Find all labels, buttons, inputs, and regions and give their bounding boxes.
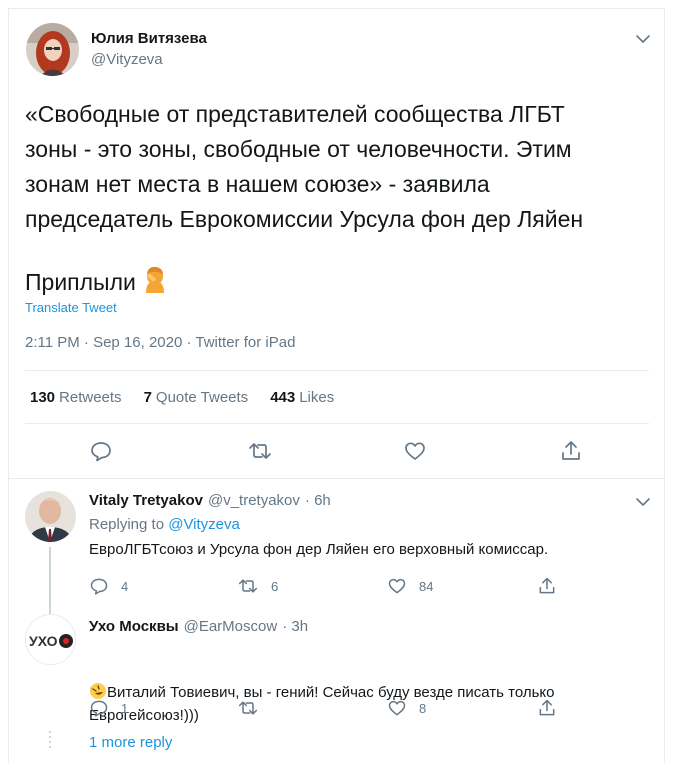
like-count: 84 <box>419 578 434 594</box>
retweets-label: Retweets <box>59 389 122 406</box>
translate-tweet-link[interactable]: Translate Tweet <box>25 300 117 315</box>
author-name[interactable]: Юлия Витязева <box>91 30 207 47</box>
reply-tweet[interactable]: УХО Ухо Москвы @EarMoscow · 3h Виталий Т… <box>9 606 664 726</box>
tweet-meta[interactable]: 2:11 PM · Sep 16, 2020 · Twitter for iPa… <box>25 334 295 351</box>
reply-header: Vitaly Tretyakov @v_tretyakov · 6h <box>89 492 331 509</box>
tweet-text-second: Приплыли <box>25 265 168 299</box>
heart-icon <box>388 578 406 594</box>
reply-header: Ухо Москвы @EarMoscow · 3h <box>89 618 308 635</box>
share-button[interactable] <box>537 698 557 718</box>
likes-stat[interactable]: 443 Likes <box>270 389 334 406</box>
share-button[interactable] <box>559 439 583 463</box>
reply-time[interactable]: · 3h <box>282 618 308 635</box>
tweet-detail-frame: Юлия Витязева @Vityzeva «Свободные от пр… <box>8 8 665 763</box>
likes-count: 443 <box>270 389 296 406</box>
reply-count: 4 <box>121 578 129 594</box>
show-more-replies-link[interactable]: 1 more reply <box>89 734 172 751</box>
share-button[interactable] <box>537 576 557 596</box>
reply-author-name[interactable]: Ухо Москвы <box>89 618 179 635</box>
replying-to-handle-link[interactable]: @Vityzeva <box>168 516 240 533</box>
quotes-label: Quote Tweets <box>155 389 249 406</box>
quotes-count: 7 <box>143 389 152 406</box>
reply-button[interactable]: 4 <box>89 576 128 596</box>
retweets-stat[interactable]: 130 Retweets <box>30 389 122 406</box>
share-icon <box>562 441 580 460</box>
person-facepalming-emoji-icon <box>142 265 168 299</box>
retweets-count: 130 <box>30 389 56 406</box>
reply-text: Виталий Товиевич, вы - гений! Сейчас буд… <box>89 684 555 724</box>
avatar-logo-text: УХО <box>29 633 58 649</box>
divider <box>25 370 649 371</box>
main-tweet: Юлия Витязева @Vityzeva «Свободные от пр… <box>9 9 664 479</box>
like-button[interactable] <box>403 439 427 463</box>
author-handle[interactable]: @Vityzeva <box>91 51 163 68</box>
reply-author-name[interactable]: Vitaly Tretyakov <box>89 492 203 509</box>
like-button[interactable]: 84 <box>387 576 433 596</box>
tweet-text: «Свободные от представителей сообщества … <box>25 101 584 232</box>
tweet-actions <box>9 437 664 467</box>
retweet-icon <box>238 579 258 593</box>
reply-avatar[interactable]: УХО <box>25 614 76 665</box>
heart-icon <box>388 700 406 716</box>
reply-text-block: Виталий Товиевич, вы - гений! Сейчас буд… <box>89 642 649 726</box>
reply-text: ЕвроЛГБТсоюз и Урсула фон дер Ляйен его … <box>89 541 549 558</box>
reply-button[interactable] <box>89 439 113 463</box>
reply-icon <box>90 578 108 595</box>
share-icon <box>539 699 555 716</box>
reply-icon <box>90 700 108 717</box>
tweet-text-second-label: Приплыли <box>25 268 136 295</box>
likes-label: Likes <box>299 389 335 406</box>
retweet-count: 6 <box>271 578 279 594</box>
reply-time[interactable]: · 6h <box>305 492 331 509</box>
replying-to: Replying to @Vityzeva <box>89 516 240 533</box>
reply-tweet[interactable]: Vitaly Tretyakov @v_tretyakov · 6h Reply… <box>9 479 664 614</box>
reply-author-handle[interactable]: @v_tretyakov <box>208 492 300 509</box>
heart-icon <box>405 442 425 460</box>
reply-author-handle[interactable]: @EarMoscow <box>184 618 278 635</box>
thread-dots <box>49 731 51 751</box>
quote-tweets-stat[interactable]: 7 Quote Tweets <box>144 389 249 406</box>
chevron-down-icon[interactable] <box>633 29 653 49</box>
reply-count: 1 <box>121 700 129 716</box>
reply-button[interactable]: 1 <box>89 698 128 718</box>
retweet-button[interactable] <box>237 698 259 718</box>
reply-icon <box>91 442 111 462</box>
like-count: 8 <box>419 700 427 716</box>
thread-line <box>49 547 51 614</box>
divider <box>25 423 649 424</box>
retweet-button[interactable] <box>247 439 273 463</box>
chevron-down-icon[interactable] <box>633 492 653 512</box>
retweet-icon <box>249 443 271 459</box>
like-button[interactable]: 8 <box>387 698 426 718</box>
replying-to-label: Replying to <box>89 516 165 533</box>
retweet-icon <box>238 701 258 715</box>
share-icon <box>539 577 555 594</box>
reply-avatar[interactable] <box>25 491 76 542</box>
author-avatar[interactable] <box>26 23 79 76</box>
tweet-stats: 130 Retweets 7 Quote Tweets 443 Likes <box>30 389 356 406</box>
retweet-button[interactable]: 6 <box>237 576 278 596</box>
